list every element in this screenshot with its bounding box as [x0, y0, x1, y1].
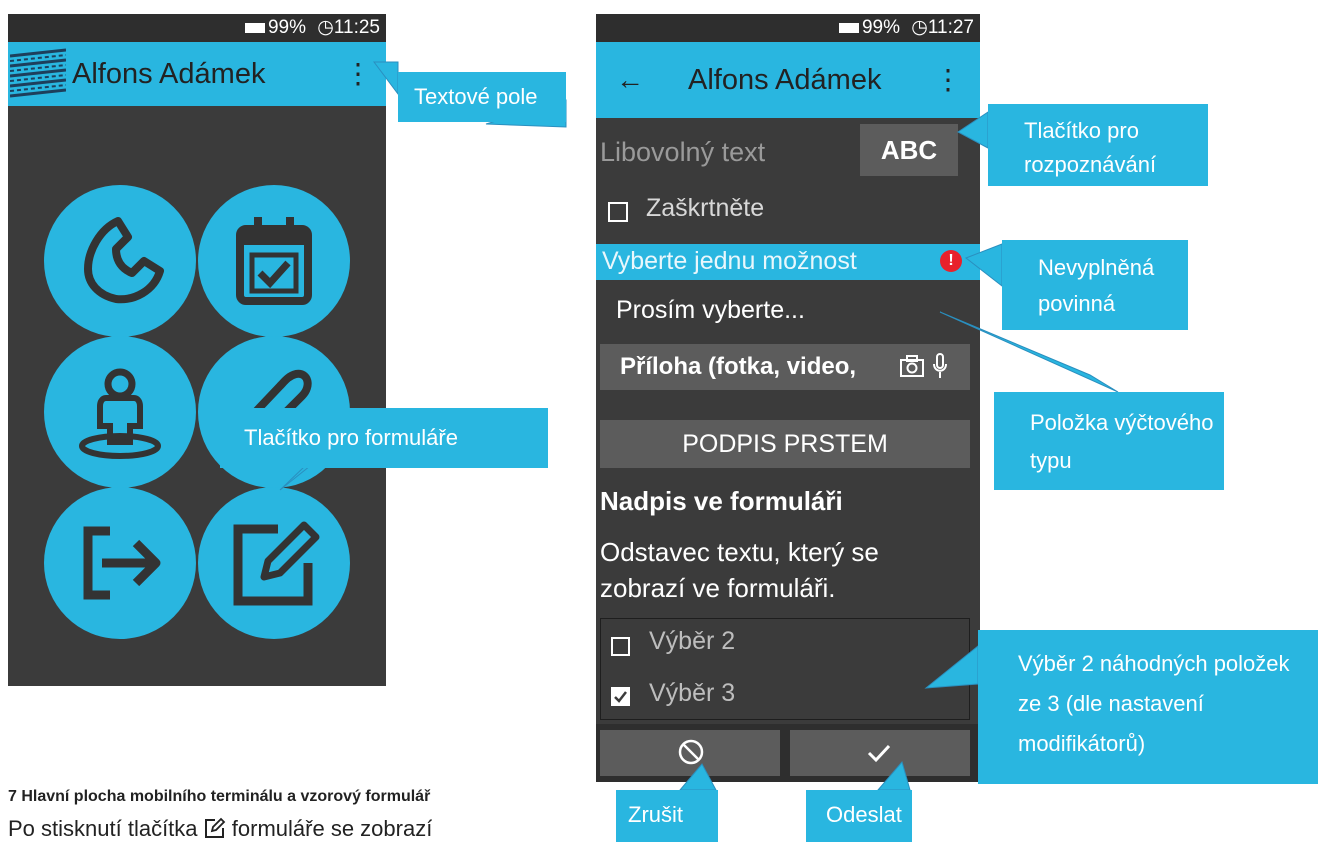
cancel-button[interactable]	[600, 730, 780, 776]
battery-icon	[838, 22, 859, 33]
app-bar: ← Alfons Adámek ⋮	[596, 42, 980, 118]
status-time: 11:25	[333, 17, 380, 38]
choice-group: Výběr 2 Výběr 3	[600, 618, 970, 720]
check-icon	[867, 744, 891, 763]
overflow-menu-icon[interactable]: ⋮	[344, 42, 372, 106]
callout-cancel: Zrušit	[616, 790, 718, 842]
finger-signature-button[interactable]: PODPIS PRSTEM	[600, 420, 970, 468]
person-location-icon	[79, 368, 161, 459]
submit-button[interactable]	[790, 730, 970, 776]
finger-signature-label: PODPIS PRSTEM	[682, 430, 888, 458]
phone-icon	[84, 217, 164, 304]
calendar-tile[interactable]	[198, 185, 350, 337]
select-label: Vyberte jednu možnost	[602, 247, 857, 275]
app-bar: Alfons Adámek ⋮	[8, 42, 386, 106]
logout-tile[interactable]	[44, 487, 196, 639]
location-tile[interactable]	[44, 336, 196, 488]
figure-caption: 7 Hlavní plocha mobilního terminálu a vz…	[8, 788, 431, 805]
choice-checkbox[interactable]	[611, 637, 630, 656]
attachment-button-label: Příloha (fotka, video,	[620, 353, 857, 380]
forms-tile[interactable]	[198, 487, 350, 639]
clock-icon: ◷	[911, 17, 928, 38]
choice-checkbox-checked[interactable]	[611, 687, 630, 706]
app-title: Alfons Adámek	[688, 64, 882, 96]
form-screen: 99% ◷11:27 ← Alfons Adámek ⋮ Libovolný t…	[596, 14, 980, 782]
status-time: 11:27	[927, 17, 974, 38]
battery-icon	[244, 22, 265, 33]
battery-level: 99%	[861, 17, 900, 38]
edit-form-icon	[233, 521, 320, 606]
checkbox-label: Zaškrtněte	[646, 194, 765, 222]
callout-text-field: Textové pole	[398, 72, 566, 122]
checkbox[interactable]	[608, 202, 628, 222]
overflow-menu-icon[interactable]: ⋮	[934, 42, 962, 118]
attachment-button[interactable]: Příloha (fotka, video,	[600, 344, 970, 390]
logout-icon	[83, 526, 161, 600]
status-bar: 99% ◷11:27	[596, 14, 980, 42]
select-dropdown[interactable]: Prosím vyberte...	[616, 296, 805, 325]
bottom-action-bar	[596, 724, 980, 782]
app-title: Alfons Adámek	[72, 58, 266, 90]
callout-forms-button: Tlačítko pro formuláře	[220, 408, 548, 468]
home-screen: 99% ◷11:25 Alfons Adámek ⋮	[8, 14, 386, 686]
calendar-check-icon	[236, 217, 312, 305]
cancel-icon	[678, 739, 704, 765]
callout-random-choice: Výběr 2 náhodných položek ze 3 (dle nast…	[978, 630, 1318, 784]
app-logo-icon	[10, 48, 66, 98]
checkmark-icon	[614, 691, 627, 703]
callout-ocr: Tlačítko pro rozpoznávání textu	[988, 104, 1208, 211]
phone-tile[interactable]	[44, 185, 196, 337]
form-heading: Nadpis ve formuláři	[600, 486, 843, 516]
camera-icon	[900, 355, 924, 377]
error-icon: !	[940, 250, 962, 272]
microphone-icon	[933, 353, 947, 378]
ocr-button-label: ABC	[880, 135, 938, 165]
callout-enum-field: Položka výčtového typu	[994, 392, 1224, 490]
edit-form-icon	[204, 817, 225, 838]
battery-level: 99%	[267, 17, 306, 38]
clock-icon: ◷	[317, 17, 334, 38]
back-arrow-icon[interactable]: ←	[616, 42, 644, 118]
form-paragraph: Odstavec textu, který se zobrazí ve form…	[600, 537, 879, 603]
callout-submit: Odeslat	[806, 790, 912, 842]
choice-label: Výběr 2	[649, 627, 736, 655]
ocr-button[interactable]: ABC	[860, 124, 958, 176]
body-text-end: formuláře se zobrazí	[231, 816, 433, 841]
body-text: Po stisknutí tlačítka formuláře se zobra…	[8, 816, 432, 842]
status-bar: 99% ◷11:25	[8, 14, 386, 42]
choice-label: Výběr 3	[649, 679, 736, 707]
text-field-placeholder: Libovolný text	[600, 137, 766, 167]
callout-required-field: Nevyplněná povinná položka	[1002, 240, 1188, 352]
text-field[interactable]: Libovolný text	[600, 132, 850, 172]
select-label-bar: Vyberte jednu možnost !	[596, 244, 980, 280]
body-text-start: Po stisknutí tlačítka	[8, 816, 198, 841]
